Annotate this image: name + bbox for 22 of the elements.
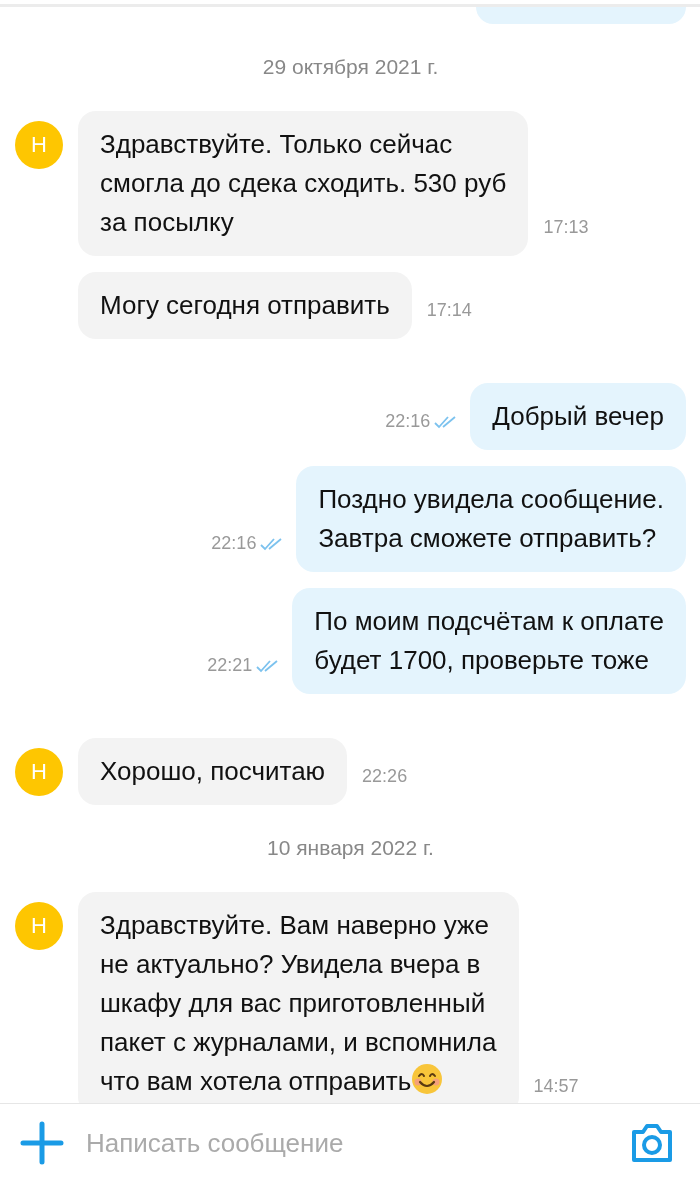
message-input-field[interactable]: Написать сообщение xyxy=(86,1127,608,1159)
camera-icon[interactable] xyxy=(630,1123,674,1164)
avatar: Н xyxy=(15,902,63,950)
avatar: Н xyxy=(15,121,63,169)
message-time: 22:16 xyxy=(385,411,431,432)
message-time: 22:16 xyxy=(211,533,257,554)
message-time: 14:57 xyxy=(533,1076,579,1097)
message-bubble: Здравствуйте. Вам наверно уже не актуально? Увидела вчера в шкафу для вас приготовленный пакет с журналами, и вспомнила что вам хотела отправить xyxy=(78,892,519,1104)
message-time: 22:21 xyxy=(207,655,253,676)
message-bubble: Поздно увидела сообщение. Завтра сможете отправить? xyxy=(296,466,686,572)
message-time: 17:13 xyxy=(543,217,589,238)
message-bubble: Хорошо, посчитаю xyxy=(78,738,348,805)
message-bubble: Могу сегодня отправить xyxy=(78,272,412,339)
message-time: 17:14 xyxy=(426,300,472,321)
message-bubble: Здравствуйте. Только сейчас смогла до сдека сходить. 530 руб за посылку xyxy=(78,111,529,256)
message-bubble: Добрый вечер xyxy=(470,383,686,450)
add-attachment-icon[interactable] xyxy=(20,1121,64,1166)
date-separator: 29 октября 2021 г. xyxy=(261,54,440,80)
avatar: Н xyxy=(15,748,63,796)
message-bubble: По моим подсчётам к оплате будет 1700, проверьте тоже xyxy=(292,588,686,694)
date-separator: 10 января 2022 г. xyxy=(266,835,435,861)
message-time: 22:26 xyxy=(362,766,408,787)
